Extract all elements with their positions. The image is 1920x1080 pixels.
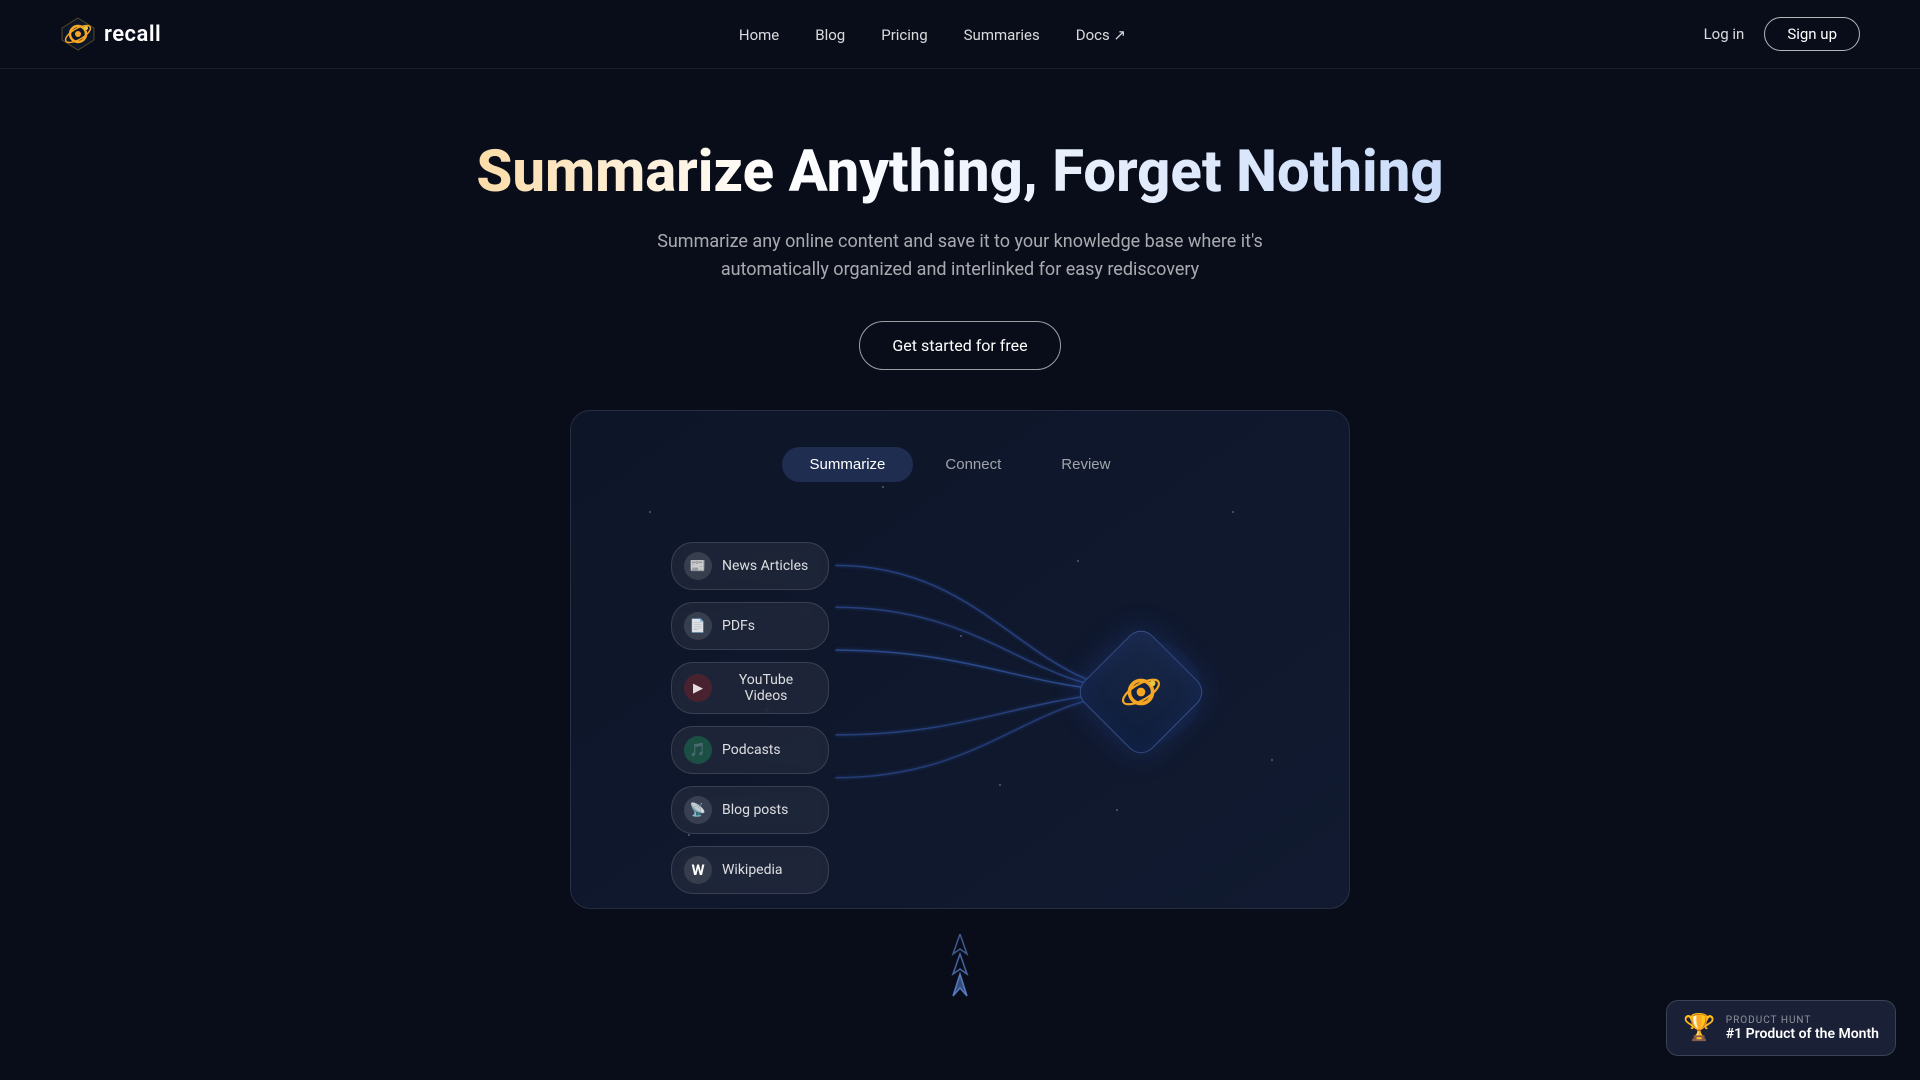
- nav-docs[interactable]: Docs ↗: [1076, 26, 1126, 44]
- nav-blog[interactable]: Blog: [815, 26, 845, 44]
- login-link[interactable]: Log in: [1704, 25, 1745, 43]
- center-node: [1093, 644, 1189, 740]
- diagram: 📰 News Articles 📄 PDFs ▶ YouTube Videos …: [611, 532, 1309, 852]
- tab-connect[interactable]: Connect: [917, 447, 1029, 482]
- source-wikipedia: W Wikipedia: [671, 846, 829, 894]
- logo-icon: [60, 16, 96, 52]
- source-blog: 📡 Blog posts: [671, 786, 829, 834]
- ph-label: PRODUCT HUNT: [1726, 1015, 1879, 1026]
- source-items-list: 📰 News Articles 📄 PDFs ▶ YouTube Videos …: [671, 542, 829, 894]
- demo-tabs: Summarize Connect Review: [611, 447, 1309, 482]
- nav-actions: Log in Sign up: [1704, 17, 1860, 51]
- tab-review[interactable]: Review: [1033, 447, 1138, 482]
- pdf-icon: 📄: [684, 612, 712, 640]
- ph-title: #1 Product of the Month: [1726, 1026, 1879, 1042]
- source-label-pdfs: PDFs: [722, 618, 755, 634]
- source-label-youtube: YouTube Videos: [722, 672, 810, 704]
- nav-home[interactable]: Home: [739, 26, 779, 44]
- hero-section: Summarize Anything, Forget Nothing Summa…: [0, 69, 1920, 949]
- source-label-podcasts: Podcasts: [722, 742, 781, 758]
- hero-cta-button[interactable]: Get started for free: [859, 321, 1060, 370]
- hero-title: Summarize Anything, Forget Nothing: [20, 139, 1900, 206]
- blog-icon: 📡: [684, 796, 712, 824]
- navbar: recall Home Blog Pricing Summaries Docs …: [0, 0, 1920, 69]
- demo-card: Summarize Connect Review 📰 News Articles…: [570, 410, 1350, 909]
- signup-button[interactable]: Sign up: [1764, 17, 1860, 51]
- brand-logo[interactable]: recall: [60, 16, 161, 52]
- diamond-shape: [1073, 624, 1209, 760]
- nav-links: Home Blog Pricing Summaries Docs ↗: [739, 25, 1126, 44]
- hero-subtitle: Summarize any online content and save it…: [620, 228, 1300, 286]
- scroll-arrow: [945, 934, 975, 1008]
- nav-summaries[interactable]: Summaries: [964, 26, 1040, 44]
- nav-pricing[interactable]: Pricing: [881, 26, 927, 44]
- source-label-wikipedia: Wikipedia: [722, 862, 783, 878]
- source-podcasts: 🎵 Podcasts: [671, 726, 829, 774]
- wikipedia-icon: W: [684, 856, 712, 884]
- source-pdfs: 📄 PDFs: [671, 602, 829, 650]
- trophy-icon: 🏆: [1683, 1013, 1715, 1043]
- scroll-arrow-icon: [945, 934, 975, 1004]
- source-label-blog: Blog posts: [722, 802, 788, 818]
- logo-text: recall: [104, 22, 161, 47]
- source-news-articles: 📰 News Articles: [671, 542, 829, 590]
- recall-logo-center: [1111, 662, 1171, 722]
- source-label-news: News Articles: [722, 558, 808, 574]
- source-youtube: ▶ YouTube Videos: [671, 662, 829, 714]
- podcast-icon: 🎵: [684, 736, 712, 764]
- youtube-icon: ▶: [684, 674, 712, 702]
- center-logo-icon: [1115, 666, 1167, 718]
- product-hunt-badge: 🏆 PRODUCT HUNT #1 Product of the Month: [1666, 1000, 1896, 1056]
- news-icon: 📰: [684, 552, 712, 580]
- tab-summarize[interactable]: Summarize: [782, 447, 914, 482]
- ph-badge-text: PRODUCT HUNT #1 Product of the Month: [1726, 1015, 1879, 1042]
